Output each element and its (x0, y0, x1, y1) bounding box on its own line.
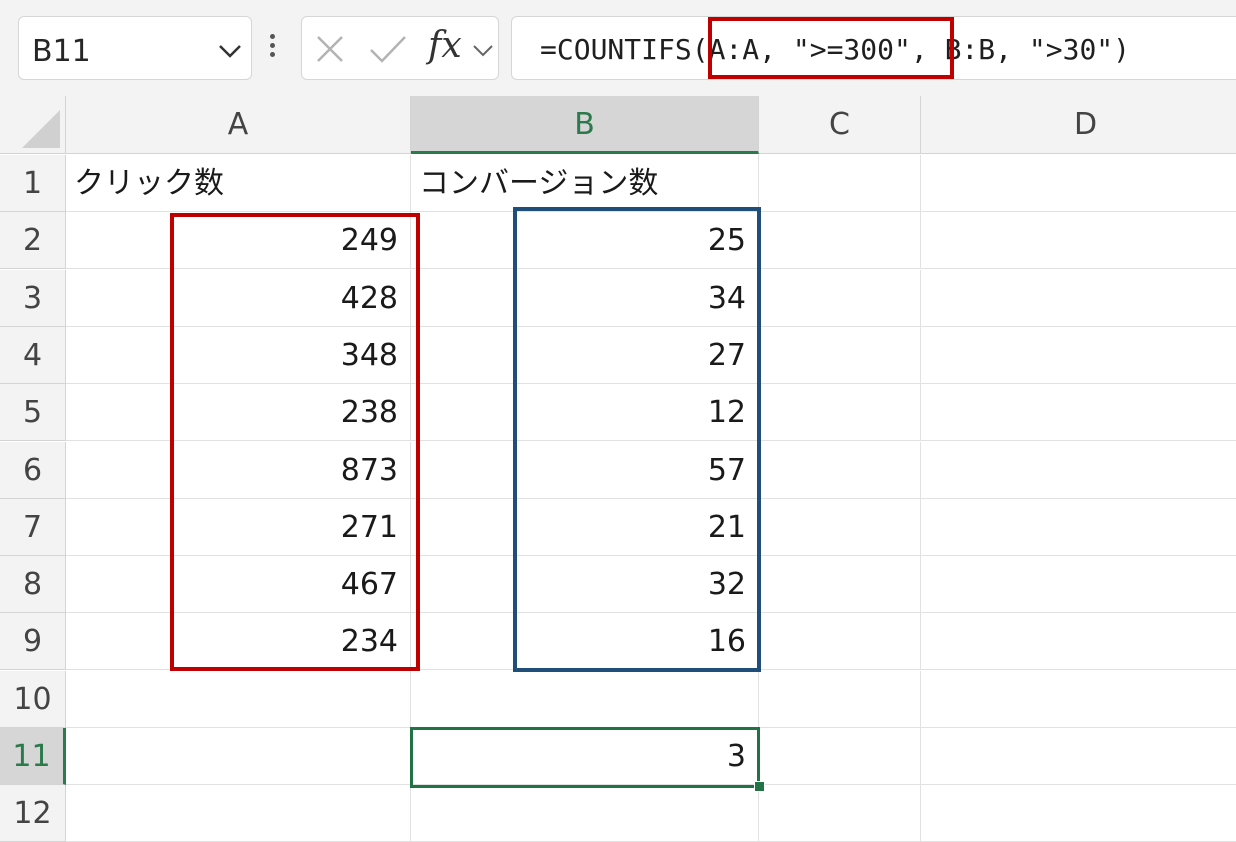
cell-d2[interactable] (921, 212, 1236, 269)
cell-d8[interactable] (921, 556, 1236, 613)
column-header-c[interactable]: C (759, 96, 921, 154)
formula-bar-area: B11 fx =COUNTIFS(A:A, ">=300", B:B, ">30… (0, 0, 1236, 96)
column-header-a[interactable]: A (66, 96, 411, 154)
cell-b8[interactable]: 32 (411, 556, 759, 613)
cell-c12[interactable] (759, 785, 921, 842)
row-header-3[interactable]: 3 (0, 270, 66, 327)
cell-d4[interactable] (921, 327, 1236, 384)
cell-a2[interactable]: 249 (66, 212, 411, 269)
row-header-9[interactable]: 9 (0, 613, 66, 670)
cell-a5[interactable]: 238 (66, 384, 411, 441)
cell-c6[interactable] (759, 442, 921, 499)
cell-d12[interactable] (921, 785, 1236, 842)
cell-b12[interactable] (411, 785, 759, 842)
column-header-d[interactable]: D (921, 96, 1236, 154)
cell-c3[interactable] (759, 270, 921, 327)
cell-a1[interactable]: クリック数 (66, 155, 411, 212)
more-vertical-icon[interactable] (270, 34, 275, 61)
cell-a11[interactable] (66, 728, 411, 785)
chevron-down-icon[interactable] (472, 43, 494, 62)
formula-controls: fx (301, 16, 499, 80)
row-header-11[interactable]: 11 (0, 728, 66, 785)
row-header-12[interactable]: 12 (0, 785, 66, 842)
cell-a10[interactable] (66, 671, 411, 728)
cell-c9[interactable] (759, 613, 921, 670)
row-header-4[interactable]: 4 (0, 327, 66, 384)
cell-c7[interactable] (759, 499, 921, 556)
row-header-5[interactable]: 5 (0, 384, 66, 441)
row-header-2[interactable]: 2 (0, 212, 66, 269)
row-header-10[interactable]: 10 (0, 671, 66, 728)
cell-b2[interactable]: 25 (411, 212, 759, 269)
fx-icon[interactable]: fx (428, 25, 462, 66)
formula-criteria-highlight (708, 17, 954, 79)
fill-handle[interactable] (754, 781, 765, 792)
row-header-7[interactable]: 7 (0, 499, 66, 556)
cell-d10[interactable] (921, 671, 1236, 728)
cell-a9[interactable]: 234 (66, 613, 411, 670)
cell-b5[interactable]: 12 (411, 384, 759, 441)
cell-b9[interactable]: 16 (411, 613, 759, 670)
cell-b4[interactable]: 27 (411, 327, 759, 384)
cell-d6[interactable] (921, 442, 1236, 499)
chevron-down-icon[interactable] (218, 43, 242, 62)
cell-c1[interactable] (759, 155, 921, 212)
name-box[interactable]: B11 (18, 16, 252, 80)
cell-d9[interactable] (921, 613, 1236, 670)
cell-d11[interactable] (921, 728, 1236, 785)
cell-c10[interactable] (759, 671, 921, 728)
cell-a4[interactable]: 348 (66, 327, 411, 384)
cell-b10[interactable] (411, 671, 759, 728)
enter-icon[interactable] (368, 33, 408, 69)
row-header-6[interactable]: 6 (0, 442, 66, 499)
cell-c2[interactable] (759, 212, 921, 269)
row-header-1[interactable]: 1 (0, 155, 66, 212)
cell-a6[interactable]: 873 (66, 442, 411, 499)
cell-d1[interactable] (921, 155, 1236, 212)
cell-b3[interactable]: 34 (411, 270, 759, 327)
cell-a3[interactable]: 428 (66, 270, 411, 327)
select-all-corner[interactable] (0, 96, 66, 154)
cell-d5[interactable] (921, 384, 1236, 441)
cell-c4[interactable] (759, 327, 921, 384)
cancel-icon[interactable] (314, 33, 346, 69)
cell-c11[interactable] (759, 728, 921, 785)
cell-b6[interactable]: 57 (411, 442, 759, 499)
cell-c8[interactable] (759, 556, 921, 613)
cell-b7[interactable]: 21 (411, 499, 759, 556)
cell-a7[interactable]: 271 (66, 499, 411, 556)
cell-a12[interactable] (66, 785, 411, 842)
cell-b1[interactable]: コンバージョン数 (411, 155, 759, 212)
row-header-8[interactable]: 8 (0, 556, 66, 613)
column-header-b[interactable]: B (411, 96, 759, 154)
cell-b11[interactable]: 3 (411, 728, 759, 785)
cell-a8[interactable]: 467 (66, 556, 411, 613)
cell-c5[interactable] (759, 384, 921, 441)
cell-d3[interactable] (921, 270, 1236, 327)
name-box-value: B11 (32, 34, 91, 69)
cell-d7[interactable] (921, 499, 1236, 556)
